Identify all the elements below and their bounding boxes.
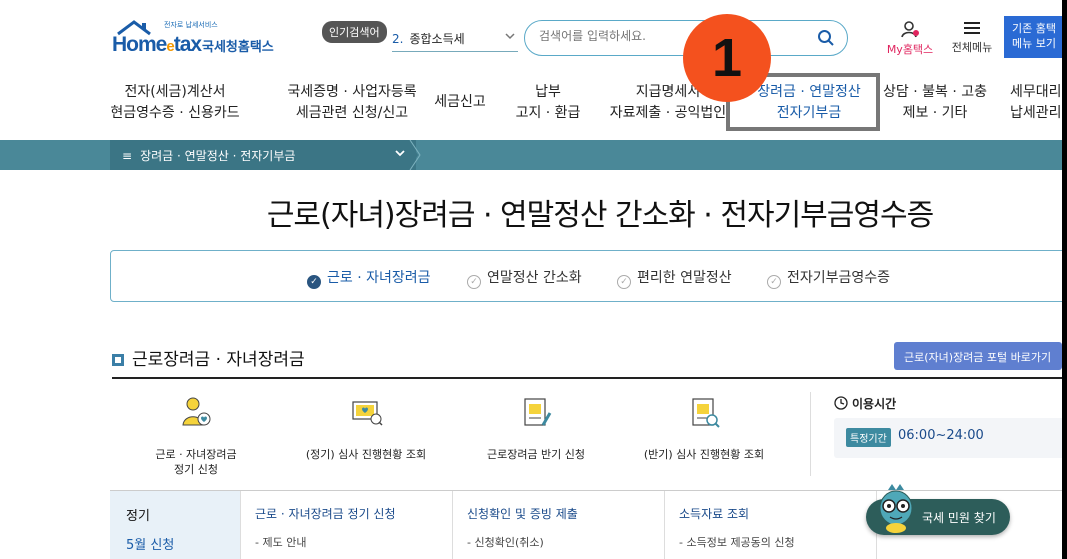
breadcrumb[interactable]: ≡ 장려금 · 연말정산 · 전자기부금 [110,140,416,170]
check-icon: ✓ [617,275,631,289]
cell-sub-link[interactable]: - 신청확인(취소) [467,534,650,550]
logo-wordmark: Homeetax [112,33,202,56]
tab-yearend-simplified[interactable]: ✓ 연말정산 간소화 [467,267,582,289]
cell-sub-link[interactable]: - 제도 안내 [255,534,438,550]
cell-sub-link[interactable]: - 소득정보 제공동의 신청 [679,534,862,550]
service-regular-review-status[interactable]: (정기) 심사 진행현황 조회 [286,395,446,462]
legacy-menu-line1: 기존 홈택 [1012,22,1056,35]
gnb-item-line1: 상담 · 불복 · 고충 [883,84,987,100]
service-label-line1: 근로 · 자녀장려금 [155,448,237,461]
logo-nts-label: 국세청홈택스 [202,40,274,55]
search-icon[interactable] [817,29,835,47]
tab-convenient-yearend[interactable]: ✓ 편리한 연말정산 [617,267,732,289]
gnb-item-consulting[interactable]: 상담 · 불복 · 고충 제보 · 기타 [880,82,990,124]
gnb-item-line2: 제보 · 기타 [902,105,968,121]
chevron-down-icon [505,33,515,40]
usage-time: 06:00~24:00 [898,428,984,443]
table-cell-income-lookup: 소득자료 조회 - 소득정보 제공동의 신청 [664,491,876,559]
cell-head-link[interactable]: 신청확인 및 증빙 제출 [467,505,650,522]
clock-icon [834,396,848,410]
chevron-down-icon [395,150,405,157]
table-row-header: 정기 5월 신청 [110,491,240,559]
section-divider [112,377,1062,379]
vertical-divider [810,392,811,476]
gnb-item-line1: 세금신고 [434,94,486,110]
section-title: 근로장려금 · 자녀장려금 [112,345,305,370]
gnb-item-tax-filing[interactable]: 세금신고 [428,92,492,113]
service-regular-application[interactable]: 근로 · 자녀장려금 정기 신청 [116,395,276,477]
service-label-line1: (정기) 심사 진행현황 조회 [305,448,427,461]
breadcrumb-label: 장려금 · 연말정산 · 전자기부금 [140,149,296,163]
check-icon: ✓ [307,275,321,289]
table-cell-confirm-evidence: 신청확인 및 증빙 제출 - 신청확인(취소) [452,491,664,559]
popular-search-rank: 2. [392,32,404,46]
user-icon [901,21,919,38]
gnb-item-payment[interactable]: 납부 고지 · 환급 [506,82,590,124]
tab-label: 근로 · 자녀장려금 [327,270,431,286]
my-hometax-label: My홈택스 [886,43,934,56]
period-badge: 특정기간 [846,428,891,447]
gnb-item-line2: 납세관리 [1010,105,1062,121]
step-marker: 1 [683,14,771,102]
service-semiannual-application[interactable]: 근로장려금 반기 신청 [456,395,616,462]
mascot-icon [879,484,913,533]
page: 전자로 납세서비스 Homeetax 국세청홈택스 인기검색어 2. 종합소득세 … [0,0,1062,559]
main-navigation: 전자(세금)계산서 현금영수증 · 신용카드 국세증명 · 사업자등록 세금관련… [110,82,1062,132]
check-icon: ✓ [767,275,781,289]
tab-label: 전자기부금영수증 [787,270,891,286]
square-bullet-icon [112,354,124,366]
popular-search-select[interactable]: 2. 종합소득세 [392,26,518,52]
document-search-icon [692,398,720,428]
all-menu-button[interactable]: 전체메뉴 [944,20,1000,55]
row-header-sub: 5월 신청 [126,538,175,553]
tab-label: 연말정산 간소화 [487,270,582,286]
table-cell-regular-application: 근로 · 자녀장려금 정기 신청 - 제도 안내 [240,491,452,559]
legacy-menu-button[interactable]: 기존 홈택 메뉴 보기 [1004,16,1062,58]
menu-icon: ≡ [122,149,133,163]
gnb-item-line2: 현금영수증 · 신용카드 [110,105,240,121]
service-label-line2: 정기 신청 [174,463,218,476]
tab-e-donation-receipt[interactable]: ✓ 전자기부금영수증 [767,267,890,289]
tab-incentive[interactable]: ✓ 근로 · 자녀장려금 [307,267,431,289]
gnb-item-line1: 국세증명 · 사업자등록 [287,84,417,100]
popular-search-badge: 인기검색어 [322,21,387,43]
monitor-heart-icon [352,401,383,426]
cell-head-link[interactable]: 근로 · 자녀장려금 정기 신청 [255,505,438,522]
document-pen-icon [524,398,552,426]
breadcrumb-separator [408,140,421,170]
gnb-item-line2: 자료제출 · 공익법인 [609,105,727,121]
legacy-menu-line2: 메뉴 보기 [1012,37,1056,50]
usage-title-text: 이용시간 [852,397,897,411]
gnb-item-line1: 세무대리 [1010,84,1062,100]
cell-head-link[interactable]: 소득자료 조회 [679,505,862,522]
tab-bar: ✓ 근로 · 자녀장려금 ✓ 연말정산 간소화 ✓ 편리한 연말정산 ✓ 전자기부금영수… [110,250,1062,302]
gnb-item-certificates[interactable]: 국세증명 · 사업자등록 세금관련 신청/신고 [272,82,432,124]
gnb-item-tax-agent[interactable]: 세무대리 납세관리 [1010,82,1062,124]
gnb-item-e-invoice[interactable]: 전자(세금)계산서 현금영수증 · 신용카드 [110,82,240,124]
gnb-item-line1: 납부 [535,84,561,100]
hometax-logo[interactable]: 전자로 납세서비스 Homeetax 국세청홈택스 [112,20,282,60]
gnb-item-line2: 고지 · 환급 [515,105,581,121]
section-title-text: 근로장려금 · 자녀장려금 [132,350,305,370]
header: 전자로 납세서비스 Homeetax 국세청홈택스 인기검색어 2. 종합소득세 … [0,0,1062,70]
usage-hours-title: 이용시간 [834,395,896,412]
page-title: 근로(자녀)장려금 · 연말정산 간소화 · 전자기부금영수증 [266,198,934,233]
person-heart-icon [182,397,211,426]
service-label-line1: (반기) 심사 진행현황 조회 [643,448,765,461]
row-header-title: 정기 [126,509,150,524]
logo-tagline: 전자로 납세서비스 [164,21,218,29]
popular-search-term: 종합소득세 [409,32,465,46]
gnb-item-line1: 전자(세금)계산서 [124,84,226,100]
tab-label: 편리한 연말정산 [637,270,732,286]
breadcrumb-bar: ≡ 장려금 · 연말정산 · 전자기부금 [0,140,1062,170]
hamburger-icon [964,22,980,34]
usage-hours-box: 특정기간 06:00~24:00 [834,418,1062,458]
all-menu-label: 전체메뉴 [951,41,993,54]
service-semiannual-review-status[interactable]: (반기) 심사 진행현황 조회 [624,395,784,462]
gnb-item-line2: 세금관련 신청/신고 [295,105,409,121]
check-icon: ✓ [467,275,481,289]
my-hometax-button[interactable]: My홈택스 [880,20,940,57]
service-label-line1: 근로장려금 반기 신청 [486,448,586,461]
portal-link-button[interactable]: 근로(자녀)장려금 포털 바로가기 [894,342,1062,370]
